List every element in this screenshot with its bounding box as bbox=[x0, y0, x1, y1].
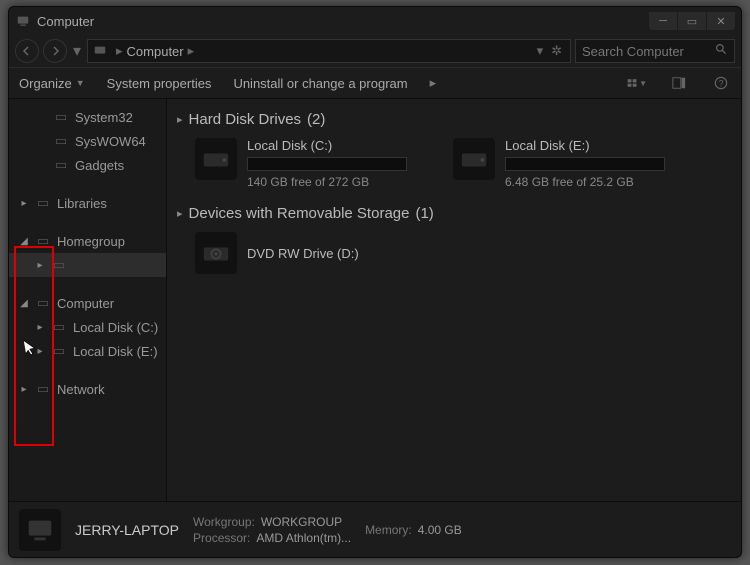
computer-icon bbox=[15, 13, 31, 29]
tree-item-system32[interactable]: ▭System32 bbox=[9, 105, 166, 129]
libraries-icon: ▭ bbox=[35, 196, 51, 210]
memory-value: 4.00 GB bbox=[418, 523, 462, 537]
expand-arrow-icon[interactable]: ▸ bbox=[19, 198, 29, 209]
processor-label: Processor: bbox=[193, 531, 250, 545]
body: ▭System32 ▭SysWOW64 ▭Gadgets ▸▭Libraries… bbox=[9, 99, 741, 501]
help-icon[interactable]: ? bbox=[711, 73, 731, 93]
expand-arrow-icon[interactable]: ▸ bbox=[35, 322, 45, 333]
history-dropdown[interactable]: ▾ bbox=[71, 39, 83, 63]
group-label: Hard Disk Drives bbox=[189, 111, 302, 128]
dvd-drive-icon bbox=[195, 232, 237, 274]
view-menu-icon[interactable]: ▼ bbox=[627, 73, 647, 93]
computer-icon bbox=[92, 43, 108, 59]
organize-menu[interactable]: Organize▼ bbox=[19, 76, 85, 91]
uninstall-program-button[interactable]: Uninstall or change a program bbox=[233, 76, 407, 91]
drive-item-e[interactable]: Local Disk (E:) 6.48 GB free of 25.2 GB bbox=[453, 138, 665, 189]
folder-icon: ▭ bbox=[53, 158, 69, 172]
navigation-row: ▾ ▸ Computer ▸ ▾ ✲ Search Computer bbox=[9, 35, 741, 67]
forward-button[interactable] bbox=[43, 39, 67, 63]
toolbar: Organize▼ System properties Uninstall or… bbox=[9, 67, 741, 99]
network-icon: ▭ bbox=[35, 382, 51, 396]
window-title: Computer bbox=[37, 14, 94, 29]
user-icon: ▭ bbox=[51, 258, 67, 272]
hard-drive-icon bbox=[195, 138, 237, 180]
drive-icon: ▭ bbox=[51, 344, 67, 358]
tree-item-local-disk-e[interactable]: ▸▭Local Disk (E:) bbox=[9, 339, 166, 363]
drive-free-space: 6.48 GB free of 25.2 GB bbox=[505, 175, 665, 189]
computer-icon: ▭ bbox=[35, 296, 51, 310]
drive-icon: ▭ bbox=[51, 320, 67, 334]
tree-item-local-disk-c[interactable]: ▸▭Local Disk (C:) bbox=[9, 315, 166, 339]
tree-item-homegroup-child[interactable]: ▸▭ bbox=[9, 253, 166, 277]
refresh-button[interactable]: ✲ bbox=[547, 43, 566, 59]
workgroup-value: WORKGROUP bbox=[261, 515, 342, 529]
address-dropdown[interactable]: ▾ bbox=[533, 43, 548, 59]
collapse-arrow-icon[interactable]: ◢ bbox=[19, 236, 29, 247]
system-properties-button[interactable]: System properties bbox=[107, 76, 212, 91]
drive-item-d[interactable]: DVD RW Drive (D:) bbox=[195, 232, 731, 274]
computer-icon bbox=[19, 509, 61, 551]
folder-icon: ▭ bbox=[53, 110, 69, 124]
homegroup-icon: ▭ bbox=[35, 234, 51, 248]
hard-drive-icon bbox=[453, 138, 495, 180]
toolbar-overflow[interactable]: ▸ bbox=[430, 75, 437, 91]
maximize-button[interactable]: ▭ bbox=[678, 12, 706, 30]
drive-name: DVD RW Drive (D:) bbox=[247, 246, 359, 261]
capacity-bar bbox=[247, 157, 407, 171]
window-controls: ─ ▭ ✕ bbox=[649, 12, 735, 30]
address-bar[interactable]: ▸ Computer ▸ ▾ ✲ bbox=[87, 39, 571, 63]
svg-text:?: ? bbox=[719, 79, 724, 89]
computer-name: JERRY-LAPTOP bbox=[75, 522, 179, 538]
search-placeholder: Search Computer bbox=[582, 44, 684, 59]
close-button[interactable]: ✕ bbox=[707, 12, 735, 30]
collapse-arrow-icon[interactable]: ▸ bbox=[177, 113, 183, 126]
drive-name: Local Disk (C:) bbox=[247, 138, 407, 153]
breadcrumb-location[interactable]: Computer bbox=[127, 44, 184, 59]
tree-item-network[interactable]: ▸▭Network bbox=[9, 377, 166, 401]
navigation-pane: ▭System32 ▭SysWOW64 ▭Gadgets ▸▭Libraries… bbox=[9, 99, 167, 501]
drive-free-space: 140 GB free of 272 GB bbox=[247, 175, 407, 189]
workgroup-label: Workgroup: bbox=[193, 515, 255, 529]
explorer-window: Computer ─ ▭ ✕ ▾ ▸ Computer ▸ ▾ ✲ Search bbox=[8, 6, 742, 558]
collapse-arrow-icon[interactable]: ◢ bbox=[19, 298, 29, 309]
folder-icon: ▭ bbox=[53, 134, 69, 148]
tree-item-libraries[interactable]: ▸▭Libraries bbox=[9, 191, 166, 215]
memory-label: Memory: bbox=[365, 523, 412, 537]
group-header-hdd[interactable]: ▸ Hard Disk Drives (2) bbox=[177, 111, 731, 128]
chevron-right-icon[interactable]: ▸ bbox=[112, 43, 127, 59]
content-pane[interactable]: ▸ Hard Disk Drives (2) Local Disk (C:) 1… bbox=[167, 99, 741, 501]
chevron-right-icon[interactable]: ▸ bbox=[184, 43, 199, 59]
back-button[interactable] bbox=[15, 39, 39, 63]
search-input[interactable]: Search Computer bbox=[575, 39, 735, 63]
group-header-removable[interactable]: ▸ Devices with Removable Storage (1) bbox=[177, 205, 731, 222]
minimize-button[interactable]: ─ bbox=[649, 12, 677, 30]
tree-item-gadgets[interactable]: ▭Gadgets bbox=[9, 153, 166, 177]
expand-arrow-icon[interactable]: ▸ bbox=[19, 384, 29, 395]
search-icon bbox=[715, 43, 728, 59]
title-bar: Computer ─ ▭ ✕ bbox=[9, 7, 741, 35]
tree-item-syswow64[interactable]: ▭SysWOW64 bbox=[9, 129, 166, 153]
group-count: (1) bbox=[415, 205, 433, 222]
drive-name: Local Disk (E:) bbox=[505, 138, 665, 153]
preview-pane-icon[interactable] bbox=[669, 73, 689, 93]
drive-item-c[interactable]: Local Disk (C:) 140 GB free of 272 GB bbox=[195, 138, 407, 189]
details-pane: JERRY-LAPTOP Workgroup: WORKGROUP Process… bbox=[9, 501, 741, 557]
expand-arrow-icon[interactable]: ▸ bbox=[35, 260, 45, 271]
capacity-bar bbox=[505, 157, 665, 171]
expand-arrow-icon[interactable]: ▸ bbox=[35, 346, 45, 357]
group-label: Devices with Removable Storage bbox=[189, 205, 410, 222]
group-count: (2) bbox=[307, 111, 325, 128]
processor-value: AMD Athlon(tm)... bbox=[256, 531, 351, 545]
tree-item-computer[interactable]: ◢▭Computer bbox=[9, 291, 166, 315]
tree-item-homegroup[interactable]: ◢▭Homegroup bbox=[9, 229, 166, 253]
collapse-arrow-icon[interactable]: ▸ bbox=[177, 207, 183, 220]
